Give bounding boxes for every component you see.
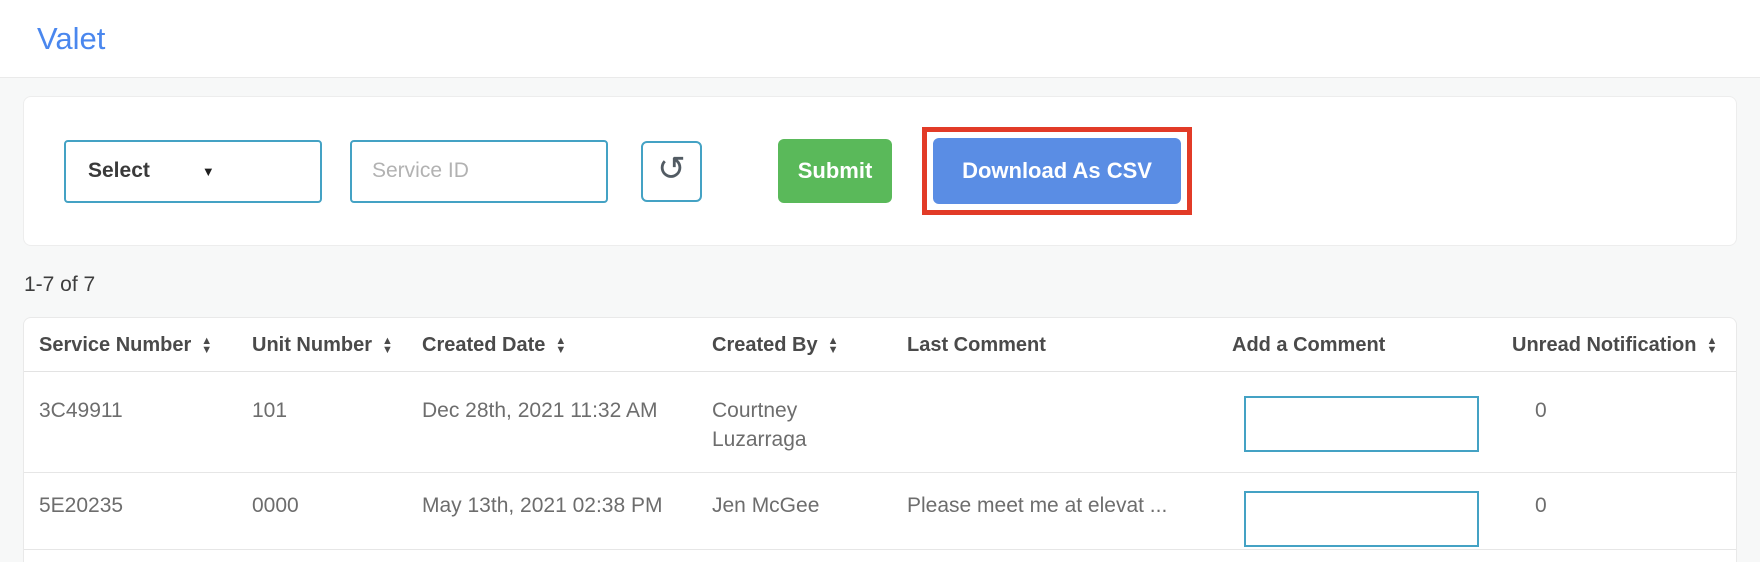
cell-unit-number: 101 (237, 371, 407, 473)
table-row: 5E20235 0000 May 13th, 2021 02:38 PM Jen… (24, 472, 1736, 550)
sort-icon[interactable]: ▲ ▼ (828, 335, 839, 355)
submit-button[interactable]: Submit (778, 139, 892, 203)
column-header-service-number[interactable]: Service Number ▲ ▼ (24, 318, 237, 372)
sort-icon[interactable]: ▲ ▼ (382, 335, 393, 355)
column-label: Created Date (422, 334, 546, 356)
cell-add-comment (1217, 472, 1497, 550)
cell-last-comment: Please meet me at elevat ... (892, 472, 1217, 550)
services-table-card: Service Number ▲ ▼ Unit Number ▲ ▼ Created… (23, 317, 1737, 562)
sort-icon[interactable]: ▲ ▼ (555, 335, 566, 355)
cell-unit-number: 0000 (237, 472, 407, 550)
column-label: Add a Comment (1232, 334, 1386, 356)
column-label: Unread Notification (1512, 334, 1697, 356)
comment-input[interactable] (1244, 491, 1479, 547)
column-label: Unit Number (252, 334, 372, 356)
column-label: Last Comment (907, 334, 1046, 356)
pagination-range: 1-7 of 7 (24, 273, 96, 296)
cell-created-by: Courtney Luzarraga (697, 371, 892, 473)
column-header-unit-number[interactable]: Unit Number ▲ ▼ (237, 318, 407, 372)
annotation-highlight-box: Download As CSV (922, 127, 1192, 215)
column-label: Service Number (39, 334, 192, 356)
column-header-last-comment: Last Comment (892, 318, 1217, 372)
refresh-icon: ↺ (657, 150, 686, 188)
column-header-created-by[interactable]: Created By ▲ ▼ (697, 318, 892, 372)
cell-service-number: 3C49911 (24, 371, 237, 473)
table-header-row: Service Number ▲ ▼ Unit Number ▲ ▼ Created… (24, 318, 1736, 372)
chevron-down-icon: ▼ (201, 163, 215, 179)
cell-created-by: Jen McGee (697, 472, 892, 550)
column-header-add-a-comment: Add a Comment (1217, 318, 1497, 372)
cell-last-comment (892, 371, 1217, 473)
column-header-unread-notification[interactable]: Unread Notification ▲ ▼ (1497, 318, 1736, 372)
filter-toolbar: Select ▼ ↺ Submit Download As CSV (23, 96, 1737, 246)
page-title: Valet (37, 20, 106, 56)
filter-select-dropdown[interactable]: Select ▼ (64, 139, 322, 203)
refresh-button[interactable]: ↺ (641, 140, 702, 202)
download-csv-button[interactable]: Download As CSV (933, 138, 1181, 204)
sort-icon[interactable]: ▲ ▼ (201, 335, 212, 355)
cell-unread-notification: 0 (1497, 472, 1736, 550)
comment-input[interactable] (1244, 396, 1479, 452)
filter-select-label: Select (88, 159, 150, 182)
table-bottom-spacer (24, 550, 1736, 562)
cell-unread-notification: 0 (1497, 371, 1736, 473)
cell-created-date: Dec 28th, 2021 11:32 AM (407, 371, 697, 473)
sort-icon[interactable]: ▲ ▼ (1706, 335, 1717, 355)
column-header-created-date[interactable]: Created Date ▲ ▼ (407, 318, 697, 372)
table-row: 3C49911 101 Dec 28th, 2021 11:32 AM Cour… (24, 371, 1736, 473)
services-table: Service Number ▲ ▼ Unit Number ▲ ▼ Created… (24, 318, 1736, 550)
app-header: Valet (0, 0, 1760, 78)
cell-add-comment (1217, 371, 1497, 473)
service-id-input[interactable] (350, 139, 608, 203)
cell-service-number: 5E20235 (24, 472, 237, 550)
column-label: Created By (712, 334, 818, 356)
cell-created-date: May 13th, 2021 02:38 PM (407, 472, 697, 550)
